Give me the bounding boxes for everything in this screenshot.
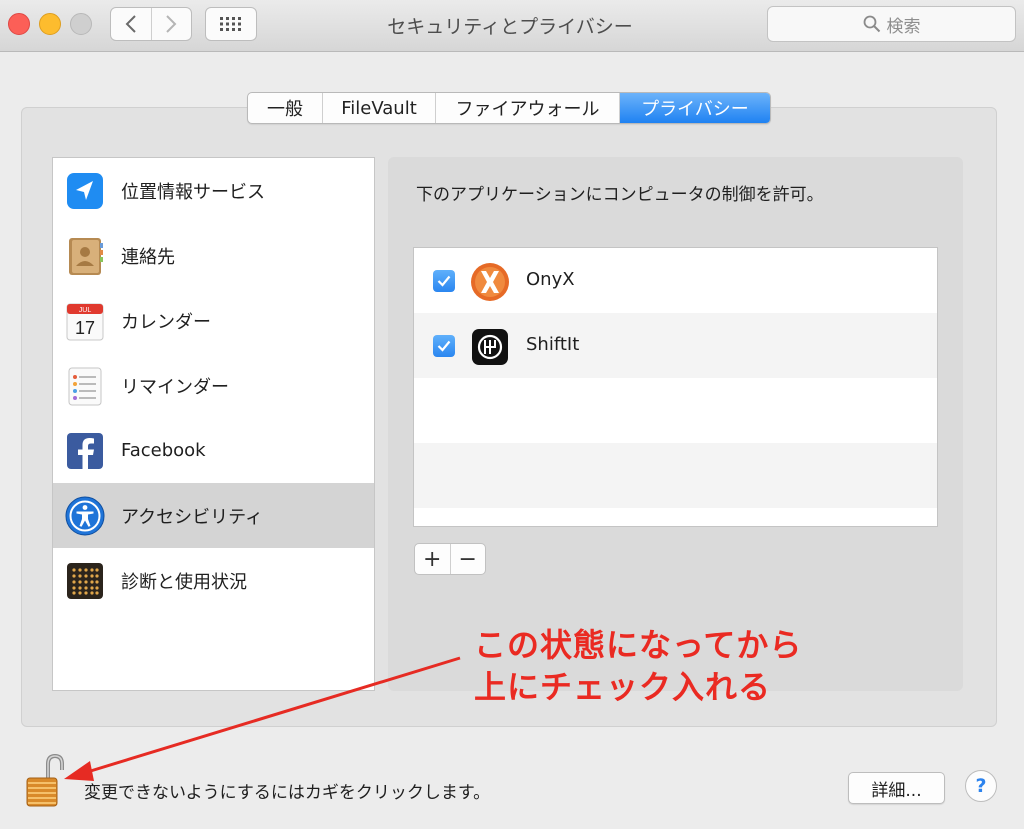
back-button[interactable] [111, 8, 151, 40]
privacy-category-list: 位置情報サービス 連絡先 JUL 17 カレンダー リマインダー Faceboo… [52, 157, 375, 691]
sidebar-item-label: 連絡先 [121, 246, 175, 268]
advanced-button[interactable]: 詳細... [848, 772, 945, 804]
show-all-button[interactable] [205, 7, 257, 41]
chevron-right-icon [166, 15, 177, 33]
app-checkbox-onyx[interactable] [433, 270, 455, 292]
sidebar-item-label: アクセシビリティ [121, 506, 264, 528]
onyx-icon [471, 263, 509, 301]
grid-icon [220, 17, 241, 31]
annotation-text: この状態になってから 上にチェック入れる [474, 624, 802, 708]
tab-filevault[interactable]: FileVault [323, 93, 436, 123]
app-list: OnyX ShiftIt [413, 247, 938, 527]
location-icon [67, 172, 103, 209]
sidebar-item-location[interactable]: 位置情報サービス [53, 158, 374, 223]
tab-privacy[interactable]: プライバシー [620, 93, 770, 123]
lock-icon[interactable] [24, 752, 64, 808]
annotation-line-1: この状態になってから [474, 626, 803, 664]
search-icon [863, 15, 880, 33]
annotation-line-2: 上にチェック入れる [474, 668, 772, 706]
list-item-empty [414, 443, 937, 508]
navigation-buttons [110, 7, 192, 41]
close-window-button[interactable] [8, 13, 30, 35]
lock-hint-text: 変更できないようにするにはカギをクリックします。 [84, 783, 491, 803]
facebook-icon [67, 432, 103, 469]
add-app-button[interactable]: + [415, 544, 450, 574]
app-checkbox-shiftit[interactable] [433, 335, 455, 357]
reminders-icon [68, 367, 102, 405]
checkmark-icon [437, 340, 451, 352]
diagnostics-icon [67, 562, 103, 599]
sidebar-item-contacts[interactable]: 連絡先 [53, 223, 374, 288]
window-title: セキュリティとプライバシー [387, 16, 633, 38]
sidebar-item-label: 位置情報サービス [121, 181, 265, 203]
sidebar-item-calendar[interactable]: JUL 17 カレンダー [53, 288, 374, 353]
tab-general[interactable]: 一般 [248, 93, 323, 123]
tab-bar: 一般 FileVault ファイアウォール プライバシー [247, 92, 771, 124]
minimize-window-button[interactable] [39, 13, 61, 35]
forward-button[interactable] [150, 8, 192, 40]
list-item: ShiftIt [414, 313, 937, 378]
sidebar-item-reminders[interactable]: リマインダー [53, 353, 374, 418]
accessibility-icon [65, 496, 105, 535]
app-name: ShiftIt [526, 334, 580, 355]
checkmark-icon [437, 275, 451, 287]
search-placeholder: 検索 [886, 16, 921, 37]
zoom-window-button[interactable] [70, 13, 92, 35]
sidebar-item-label: カレンダー [121, 311, 211, 333]
sidebar-item-label: リマインダー [121, 376, 229, 398]
list-item: OnyX [414, 248, 937, 313]
calendar-icon: JUL 17 [66, 303, 104, 340]
chevron-left-icon [125, 15, 136, 33]
sidebar-item-label: 診断と使用状況 [121, 571, 247, 593]
list-item-empty [414, 378, 937, 443]
sidebar-item-label: Facebook [121, 440, 206, 461]
calendar-icon-month: JUL [79, 307, 92, 314]
sidebar-item-accessibility[interactable]: アクセシビリティ [53, 483, 374, 548]
calendar-icon-day: 17 [75, 318, 95, 338]
sidebar-item-facebook[interactable]: Facebook [53, 418, 374, 483]
help-button[interactable]: ? [965, 770, 997, 802]
panel-description: 下のアプリケーションにコンピュータの制御を許可。 [416, 185, 824, 205]
app-name: OnyX [526, 269, 575, 290]
tab-firewall[interactable]: ファイアウォール [436, 93, 620, 123]
contacts-icon [69, 237, 103, 275]
shiftit-icon [472, 329, 508, 365]
title-bar: セキュリティとプライバシー 検索 [0, 0, 1024, 52]
add-remove-control: + − [414, 543, 486, 575]
sidebar-item-diagnostics[interactable]: 診断と使用状況 [53, 548, 374, 613]
list-item-empty [414, 508, 937, 526]
remove-app-button[interactable]: − [449, 544, 486, 574]
search-input[interactable]: 検索 [767, 6, 1016, 42]
